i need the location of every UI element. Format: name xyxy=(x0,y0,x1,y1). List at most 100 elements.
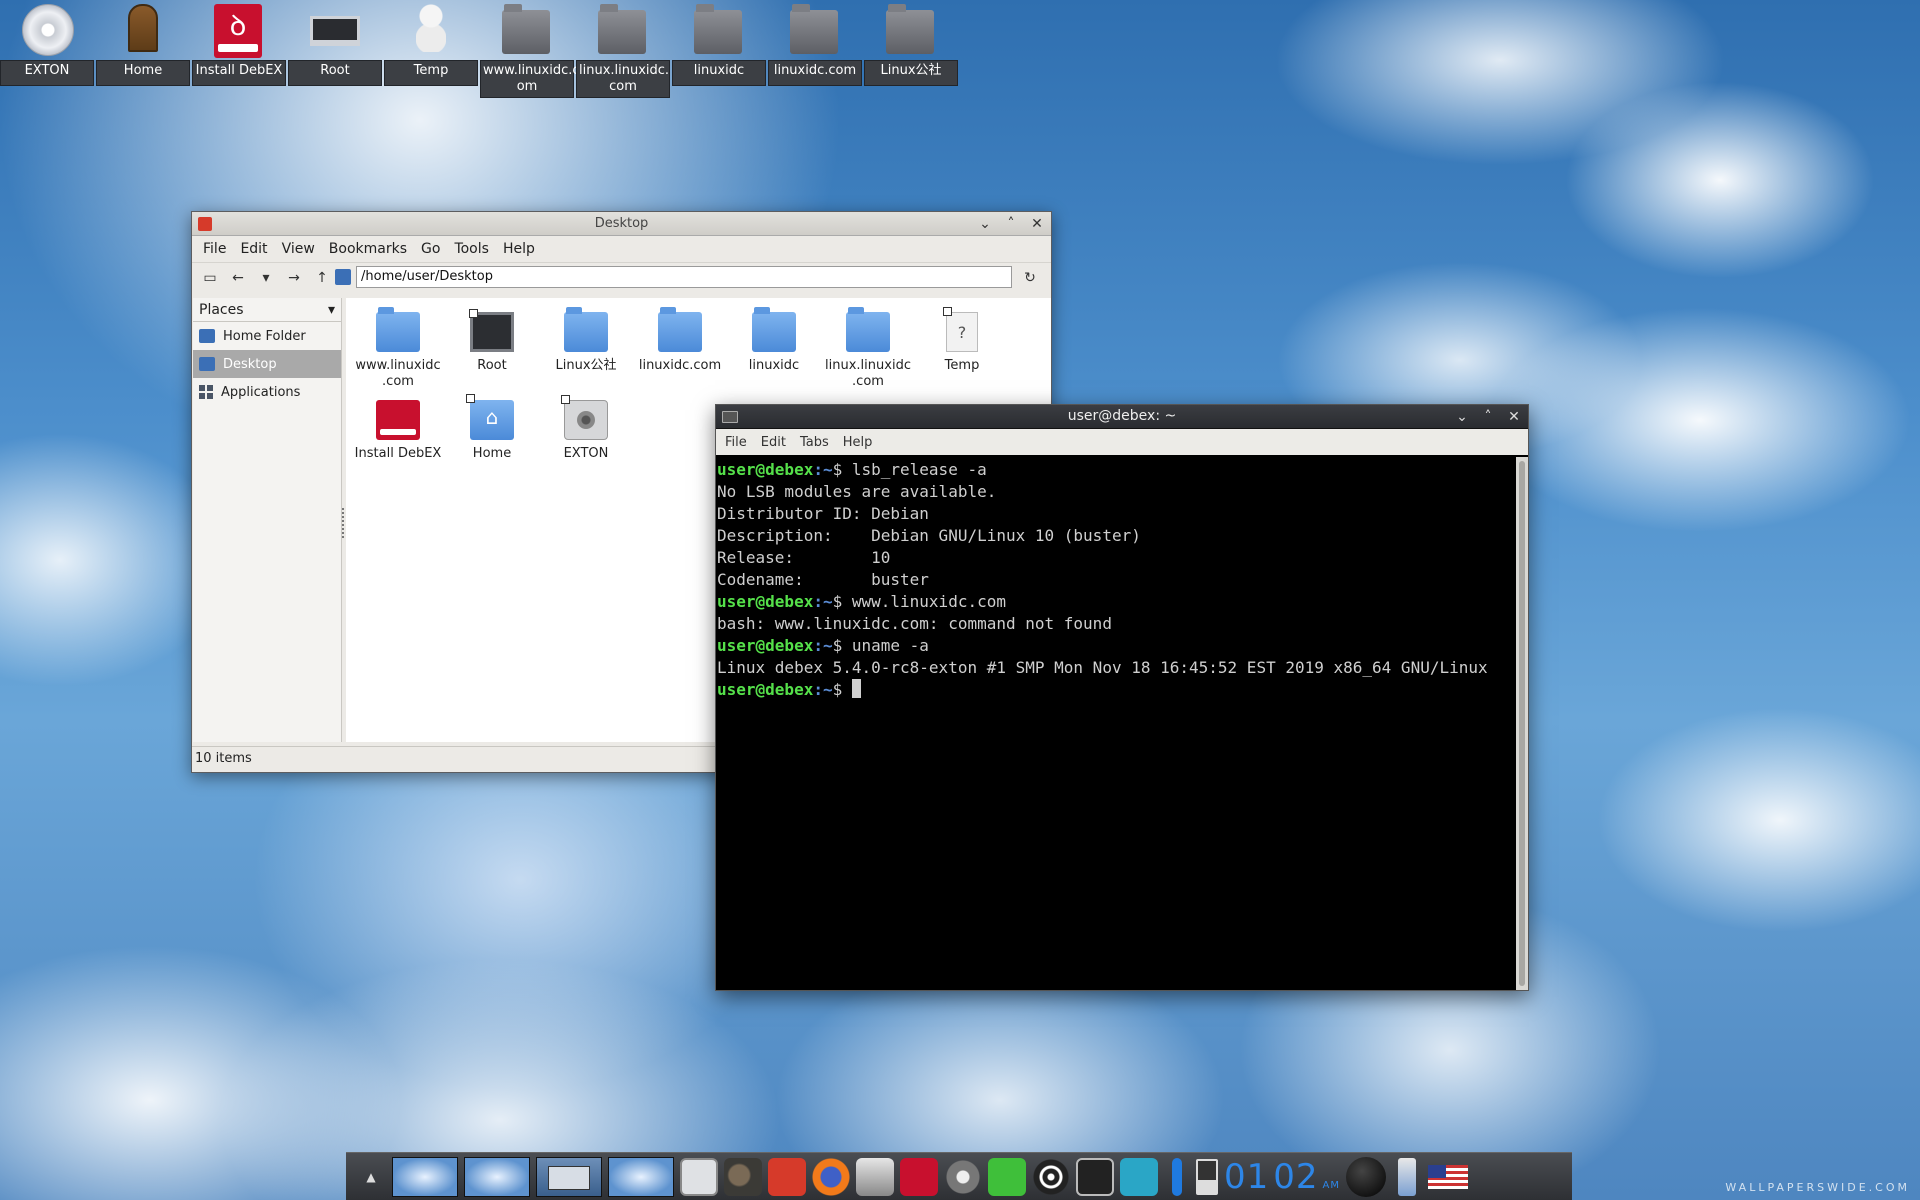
menu-help[interactable]: Help xyxy=(498,239,540,259)
desktop-icon-folder[interactable]: www.linuxidc.c om xyxy=(480,0,580,98)
folder-location-icon xyxy=(335,269,351,285)
desktop-icon-folder[interactable]: linuxidc xyxy=(672,0,766,86)
new-tab-icon[interactable]: ▭ xyxy=(198,266,222,290)
places-dropdown[interactable]: Places ▾ xyxy=(193,298,341,322)
menu-file[interactable]: File xyxy=(198,239,231,259)
workspace-3[interactable] xyxy=(536,1156,602,1197)
desktop-icon-label: Temp xyxy=(384,60,478,86)
unknown-file-icon: ? xyxy=(943,307,978,352)
menu-help[interactable]: Help xyxy=(838,433,878,452)
menu-view[interactable]: View xyxy=(277,239,320,259)
sidebar-item-applications[interactable]: Applications xyxy=(193,378,341,406)
folder-icon xyxy=(752,307,796,352)
us-flag-icon[interactable] xyxy=(1428,1164,1468,1189)
video-icon[interactable] xyxy=(944,1157,982,1196)
dock-collapse-icon[interactable]: ▲ xyxy=(356,1170,386,1184)
terminal-titlebar[interactable]: user@debex: ~ ⌄ ˄ ✕ xyxy=(716,405,1528,429)
file-item[interactable]: Home xyxy=(442,394,542,462)
file-item[interactable]: linux.linuxidc .com xyxy=(818,306,918,390)
desktop-icon-home[interactable]: Home xyxy=(96,0,190,86)
volume-knob-icon[interactable] xyxy=(1346,1156,1386,1197)
maximize-button[interactable]: ˄ xyxy=(1478,407,1498,427)
file-label: Root xyxy=(477,358,507,373)
file-item[interactable]: ? Temp xyxy=(912,306,1012,374)
menu-go[interactable]: Go xyxy=(416,239,445,259)
file-label: Linux公社 xyxy=(555,358,617,373)
desktop-icon-install-debex[interactable]: Install DebEX xyxy=(192,0,286,86)
cd-icon xyxy=(22,4,74,56)
terminal-output[interactable]: user@debex:~$ lsb_release -a No LSB modul… xyxy=(716,457,1516,990)
snowman-icon xyxy=(406,4,458,56)
desktop-icon-folder[interactable]: linux.linuxidc. com xyxy=(576,0,670,98)
folder-icon xyxy=(846,307,890,352)
gimp-icon[interactable] xyxy=(724,1157,762,1196)
terminal-line: Codename: buster xyxy=(717,570,929,589)
folder-icon xyxy=(658,307,702,352)
desktop-icon-exton[interactable]: EXTON xyxy=(0,0,94,86)
file-item[interactable]: Linux公社 xyxy=(536,306,636,374)
desktop-icon-root[interactable]: Root xyxy=(288,0,382,86)
trash-icon[interactable] xyxy=(1398,1157,1416,1196)
scrollbar[interactable] xyxy=(1516,457,1528,990)
display-icon[interactable] xyxy=(1076,1157,1114,1196)
reload-icon[interactable]: ↻ xyxy=(1018,266,1042,290)
folder-icon xyxy=(598,4,650,56)
menu-tools[interactable]: Tools xyxy=(449,239,494,259)
minimize-button[interactable]: ⌄ xyxy=(975,214,995,234)
prompt-user: user@debex xyxy=(717,592,814,611)
terminal-icon[interactable] xyxy=(680,1157,718,1196)
monitor-icon xyxy=(469,309,514,352)
file-item[interactable]: linuxidc xyxy=(724,306,824,374)
thermometer-icon xyxy=(1172,1157,1182,1196)
workspace-4[interactable] xyxy=(608,1156,674,1197)
terminal-line: Distributor ID: Debian xyxy=(717,504,929,523)
desktop-icon-folder[interactable]: linuxidc.com xyxy=(768,0,862,86)
file-label: Home xyxy=(472,446,512,461)
menu-edit[interactable]: Edit xyxy=(235,239,272,259)
folder-icon xyxy=(376,307,420,352)
history-dropdown-icon[interactable]: ▾ xyxy=(254,266,278,290)
menu-edit[interactable]: Edit xyxy=(756,433,791,452)
forward-icon[interactable]: → xyxy=(282,266,306,290)
menu-file[interactable]: File xyxy=(720,433,752,452)
window-controls: ⌄ ˄ ✕ xyxy=(1452,407,1524,427)
clock[interactable]: 01 02 AM xyxy=(1224,1157,1340,1197)
sidebar-item-home-folder[interactable]: Home Folder xyxy=(193,322,341,350)
sidebar-item-label: Home Folder xyxy=(223,328,306,344)
file-manager-icon[interactable] xyxy=(768,1157,806,1196)
maximize-button[interactable]: ˄ xyxy=(1001,214,1021,234)
link-badge-icon xyxy=(469,309,478,318)
file-label: Install DebEX xyxy=(354,446,442,461)
up-icon[interactable]: ↑ xyxy=(310,266,334,290)
menu-tabs[interactable]: Tabs xyxy=(795,433,834,452)
file-item[interactable]: linuxidc.com xyxy=(630,306,730,374)
firefox-icon[interactable] xyxy=(812,1157,850,1196)
workspace-2[interactable] xyxy=(464,1156,530,1197)
sidebar-item-desktop[interactable]: Desktop xyxy=(193,350,341,378)
close-button[interactable]: ✕ xyxy=(1504,407,1524,427)
minimize-button[interactable]: ⌄ xyxy=(1452,407,1472,427)
back-icon[interactable]: ← xyxy=(226,266,250,290)
screenshot-icon[interactable] xyxy=(1120,1157,1158,1196)
folder-icon xyxy=(502,4,554,56)
download-icon[interactable] xyxy=(988,1157,1026,1196)
folder-icon xyxy=(564,307,608,352)
workspace-1[interactable] xyxy=(392,1156,458,1197)
desktop-icon-folder[interactable]: Linux公社 xyxy=(864,0,958,86)
home-folder-icon xyxy=(466,394,514,440)
file-item[interactable]: Install DebEX xyxy=(348,394,448,462)
network-icon[interactable] xyxy=(1032,1157,1070,1196)
clock-ampm: AM xyxy=(1322,1179,1340,1191)
file-item[interactable]: EXTON xyxy=(536,394,636,462)
window-title: user@debex: ~ xyxy=(1067,408,1177,424)
file-item[interactable]: www.linuxidc .com xyxy=(348,306,448,390)
debian-installer-icon[interactable] xyxy=(900,1157,938,1196)
desktop-icon-temp[interactable]: Temp xyxy=(384,0,478,86)
debian-installer-icon xyxy=(376,400,420,440)
close-button[interactable]: ✕ xyxy=(1027,214,1047,234)
menu-bookmarks[interactable]: Bookmarks xyxy=(324,239,412,259)
file-item[interactable]: Root xyxy=(442,306,542,374)
system-monitor-icon[interactable] xyxy=(856,1157,894,1196)
location-input[interactable]: /home/user/Desktop xyxy=(356,266,1012,288)
file-manager-titlebar[interactable]: Desktop ⌄ ˄ ✕ xyxy=(192,212,1051,236)
